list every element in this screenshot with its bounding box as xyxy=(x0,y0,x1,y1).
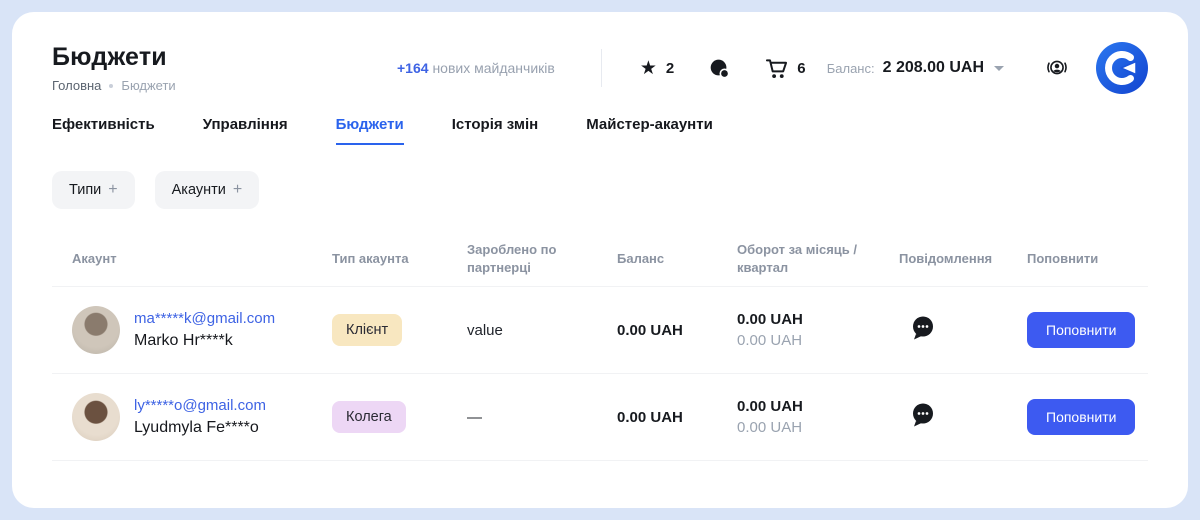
balance-value: 2 208.00 UAH xyxy=(883,59,984,77)
table-row: ma*****k@gmail.com Marko Hr****k Клієнт … xyxy=(52,287,1148,374)
favorites-count: 2 xyxy=(666,60,674,77)
page-title: Бюджети xyxy=(52,43,397,72)
balance-value-cell: 0.00 UAH xyxy=(617,409,737,426)
account-email-link[interactable]: ly*****o@gmail.com xyxy=(134,397,266,414)
new-platforms-count: +164 xyxy=(397,60,429,76)
avatar xyxy=(72,393,120,441)
filter-accounts-label: Акаунти xyxy=(172,182,226,198)
chevron-down-icon xyxy=(994,66,1004,71)
account-cell: ly*****o@gmail.com Lyudmyla Fe****o xyxy=(52,393,332,441)
message-icon[interactable] xyxy=(909,401,936,428)
column-header-account: Акаунт xyxy=(52,250,332,268)
tab-master-accounts[interactable]: Майстер-акаунти xyxy=(586,116,713,145)
account-email-link[interactable]: ma*****k@gmail.com xyxy=(134,310,275,327)
breadcrumb: Головна Бюджети xyxy=(52,78,397,93)
new-platforms-stat[interactable]: +164 нових майданчиків xyxy=(397,60,555,76)
affiliate-earned-value: — xyxy=(467,409,617,426)
tab-budgets[interactable]: Бюджети xyxy=(336,116,404,145)
column-header-topup: Поповнити xyxy=(1027,250,1148,268)
topup-cell: Поповнити xyxy=(1027,399,1148,435)
star-icon: ★ xyxy=(640,59,657,78)
filter-types-label: Типи xyxy=(69,182,101,198)
cart-icon xyxy=(765,58,788,79)
column-header-messages: Повідомлення xyxy=(899,250,1027,268)
filter-accounts-button[interactable]: Акаунти + xyxy=(155,171,260,209)
turnover-cell: 0.00 UAH 0.00 UAH xyxy=(737,398,899,436)
table-row: ly*****o@gmail.com Lyudmyla Fe****o Коле… xyxy=(52,374,1148,461)
main-card: Бюджети Головна Бюджети +164 нових майда… xyxy=(12,12,1188,508)
messages-cell xyxy=(899,401,1027,433)
account-name: Lyudmyla Fe****o xyxy=(134,419,266,437)
account-type-badge: Колега xyxy=(332,401,406,433)
table-header-row: Акаунт Тип акаунта Зароблено по партнерц… xyxy=(52,231,1148,287)
column-header-balance: Баланс xyxy=(617,250,737,268)
topup-button[interactable]: Поповнити xyxy=(1027,312,1135,348)
favorites-counter[interactable]: ★ 2 xyxy=(640,59,674,78)
tab-change-history[interactable]: Історія змін xyxy=(452,116,538,145)
account-identity: ma*****k@gmail.com Marko Hr****k xyxy=(134,310,275,350)
avatar xyxy=(72,306,120,354)
turnover-month: 0.00 UAH xyxy=(737,311,899,328)
app-logo[interactable] xyxy=(1096,42,1148,94)
topup-cell: Поповнити xyxy=(1027,312,1148,348)
plus-icon: + xyxy=(233,181,242,199)
title-block: Бюджети Головна Бюджети xyxy=(52,43,397,93)
topbar-divider xyxy=(601,49,602,87)
filter-bar: Типи + Акаунти + xyxy=(52,171,1148,209)
tab-bar: Ефективність Управління Бюджети Історія … xyxy=(52,116,1148,145)
turnover-month: 0.00 UAH xyxy=(737,398,899,415)
tab-effectiveness[interactable]: Ефективність xyxy=(52,116,155,145)
column-header-account-type: Тип акаунта xyxy=(332,250,467,268)
accounts-table: Акаунт Тип акаунта Зароблено по партнерц… xyxy=(52,231,1148,461)
topbar: Бюджети Головна Бюджети +164 нових майда… xyxy=(52,42,1148,94)
cart-count: 6 xyxy=(797,60,805,77)
topup-button[interactable]: Поповнити xyxy=(1027,399,1135,435)
account-type-badge: Клієнт xyxy=(332,314,402,346)
messages-cell xyxy=(899,314,1027,346)
messages-counter[interactable] xyxy=(708,57,731,80)
column-header-affiliate-earned: Зароблено по партнерці xyxy=(467,241,617,276)
account-identity: ly*****o@gmail.com Lyudmyla Fe****o xyxy=(134,397,266,437)
account-type-cell: Колега xyxy=(332,401,467,433)
turnover-cell: 0.00 UAH 0.00 UAH xyxy=(737,311,899,349)
affiliate-earned-value: value xyxy=(467,322,617,339)
account-cell: ma*****k@gmail.com Marko Hr****k xyxy=(52,306,332,354)
filter-types-button[interactable]: Типи + xyxy=(52,171,135,209)
balance-label: Баланс: xyxy=(827,61,875,76)
turnover-quarter: 0.00 UAH xyxy=(737,419,899,436)
message-icon[interactable] xyxy=(909,314,936,341)
column-header-turnover: Оборот за місяць / квартал xyxy=(737,241,899,276)
balance-dropdown[interactable]: Баланс: 2 208.00 UAH xyxy=(827,59,1004,77)
new-platforms-label: нових майданчиків xyxy=(432,60,554,76)
notifications-button[interactable] xyxy=(1044,55,1070,81)
tab-management[interactable]: Управління xyxy=(203,116,288,145)
notifications-icon xyxy=(1044,55,1070,81)
chat-icon xyxy=(708,57,731,80)
balance-value-cell: 0.00 UAH xyxy=(617,322,737,339)
account-name: Marko Hr****k xyxy=(134,332,275,350)
breadcrumb-separator xyxy=(109,84,113,88)
breadcrumb-current: Бюджети xyxy=(121,78,175,93)
plus-icon: + xyxy=(108,181,117,199)
topbar-counters: ★ 2 xyxy=(640,57,806,80)
turnover-quarter: 0.00 UAH xyxy=(737,332,899,349)
breadcrumb-home-link[interactable]: Головна xyxy=(52,78,101,93)
cart-counter[interactable]: 6 xyxy=(765,58,805,79)
account-type-cell: Клієнт xyxy=(332,314,467,346)
